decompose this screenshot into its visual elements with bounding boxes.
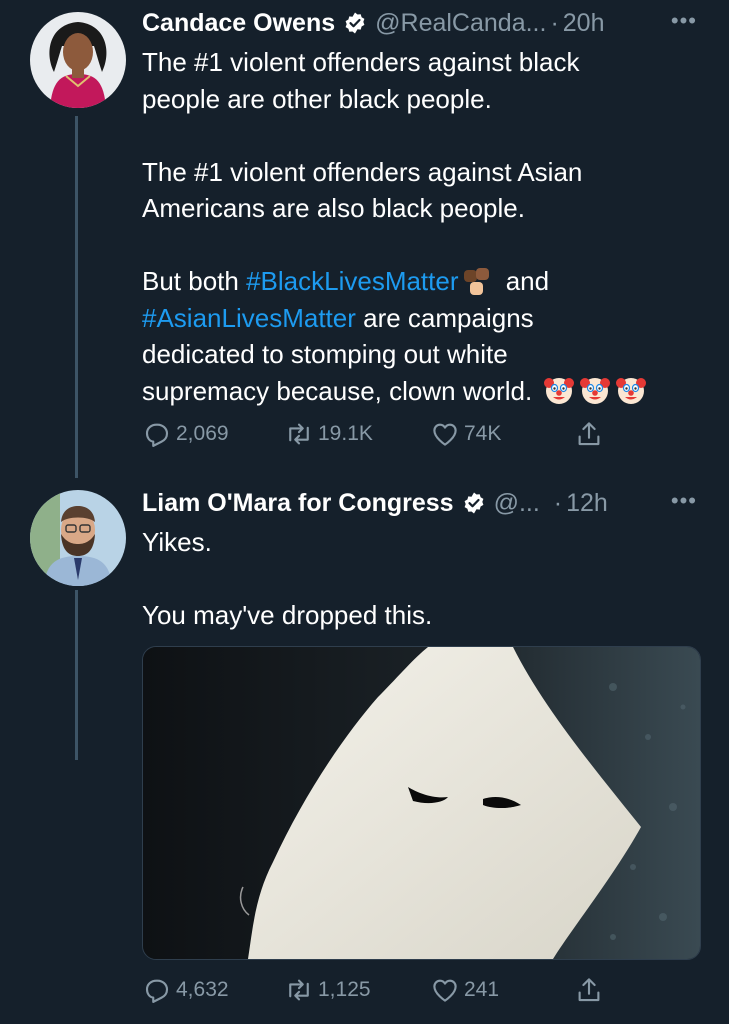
tweet-actions: 2,069 19.1K 74K bbox=[142, 416, 622, 452]
share-button[interactable] bbox=[574, 972, 608, 1008]
tweet-media-image[interactable] bbox=[142, 646, 701, 960]
tweet-text: Yikes. You may've dropped this. bbox=[142, 524, 712, 634]
clown-face-emoji bbox=[544, 377, 575, 404]
user-handle[interactable]: @... bbox=[494, 489, 540, 518]
share-button[interactable] bbox=[574, 416, 608, 452]
avatar-image bbox=[30, 12, 126, 108]
clown-face-emoji bbox=[580, 377, 611, 404]
tweet-actions: 4,632 1,125 241 bbox=[142, 972, 622, 1008]
retweet-icon bbox=[289, 979, 309, 1001]
text-fragment: and bbox=[498, 266, 550, 296]
thread-connector-line bbox=[75, 590, 78, 760]
retweet-count: 19.1K bbox=[318, 422, 373, 445]
retweet-icon bbox=[289, 423, 309, 445]
text-line: You may've dropped this. bbox=[142, 600, 433, 630]
display-name[interactable]: Candace Owens bbox=[142, 9, 335, 38]
like-icon bbox=[433, 423, 457, 446]
hashtag-link[interactable]: #AsianLivesMatter bbox=[142, 303, 356, 333]
text-line: people are other black people. bbox=[142, 83, 492, 114]
more-icon[interactable]: ••• bbox=[671, 488, 697, 514]
tweet-text: The #1 violent offenders against black p… bbox=[142, 44, 712, 409]
retweet-button[interactable]: 19.1K bbox=[284, 416, 373, 452]
timestamp[interactable]: 20h bbox=[563, 9, 605, 38]
like-count: 74K bbox=[464, 422, 502, 445]
display-name[interactable]: Liam O'Mara for Congress bbox=[142, 489, 454, 518]
text-line: #AsianLivesMatter are campaigns bbox=[142, 300, 712, 337]
reply-button[interactable]: 4,632 bbox=[142, 972, 229, 1008]
tweet-candace-owens[interactable]: Candace Owens @RealCanda... · 20h ••• Th… bbox=[0, 0, 729, 480]
share-icon bbox=[578, 978, 600, 1002]
text-line: But both #BlackLivesMatter and bbox=[142, 263, 712, 300]
text-line: Yikes. bbox=[142, 527, 212, 557]
retweet-button[interactable]: 1,125 bbox=[284, 972, 371, 1008]
user-handle[interactable]: @RealCanda... bbox=[375, 9, 546, 38]
thread-connector-line bbox=[75, 116, 78, 478]
separator-dot: · bbox=[553, 488, 563, 517]
reply-button[interactable]: 2,069 bbox=[142, 416, 229, 452]
text-line: The #1 violent offenders against Asian bbox=[142, 156, 583, 187]
reply-count: 4,632 bbox=[176, 978, 229, 1001]
share-icon bbox=[578, 422, 600, 446]
like-icon bbox=[433, 979, 457, 1002]
like-button[interactable]: 241 bbox=[430, 972, 499, 1008]
reply-icon bbox=[145, 423, 169, 447]
retweet-count: 1,125 bbox=[318, 978, 371, 1001]
timestamp[interactable]: 12h bbox=[566, 489, 608, 518]
verified-badge-icon bbox=[345, 12, 365, 34]
avatar-candace-owens[interactable] bbox=[30, 12, 126, 108]
hashtag-link[interactable]: #BlackLivesMatter bbox=[246, 266, 458, 296]
tweet-header: Liam O'Mara for Congress @... · 12h bbox=[142, 486, 662, 520]
text-line: supremacy because, clown world. bbox=[142, 373, 712, 410]
separator-dot: · bbox=[550, 8, 559, 37]
avatar-image bbox=[30, 490, 126, 586]
more-icon[interactable]: ••• bbox=[671, 8, 697, 34]
text-fragment: supremacy because, clown world. bbox=[142, 375, 533, 406]
reply-icon bbox=[145, 979, 169, 1003]
text-fragment: are campaigns bbox=[355, 302, 534, 333]
verified-badge-icon bbox=[464, 492, 483, 514]
text-line: dedicated to stomping out white bbox=[142, 339, 508, 369]
text-line: The #1 violent offenders against black bbox=[142, 47, 580, 77]
reply-count: 2,069 bbox=[176, 422, 229, 445]
avatar-liam-omara[interactable] bbox=[30, 490, 126, 586]
like-button[interactable]: 74K bbox=[430, 416, 501, 452]
text-fragment: But both bbox=[142, 266, 247, 296]
clown-face-emoji bbox=[616, 377, 647, 404]
tweet-header: Candace Owens @RealCanda... · 20h bbox=[142, 6, 632, 40]
like-count: 241 bbox=[464, 978, 500, 1001]
white-hood-photo bbox=[143, 647, 700, 959]
raised-fists-emoji bbox=[463, 268, 489, 295]
text-line: Americans are also black people. bbox=[142, 193, 525, 223]
